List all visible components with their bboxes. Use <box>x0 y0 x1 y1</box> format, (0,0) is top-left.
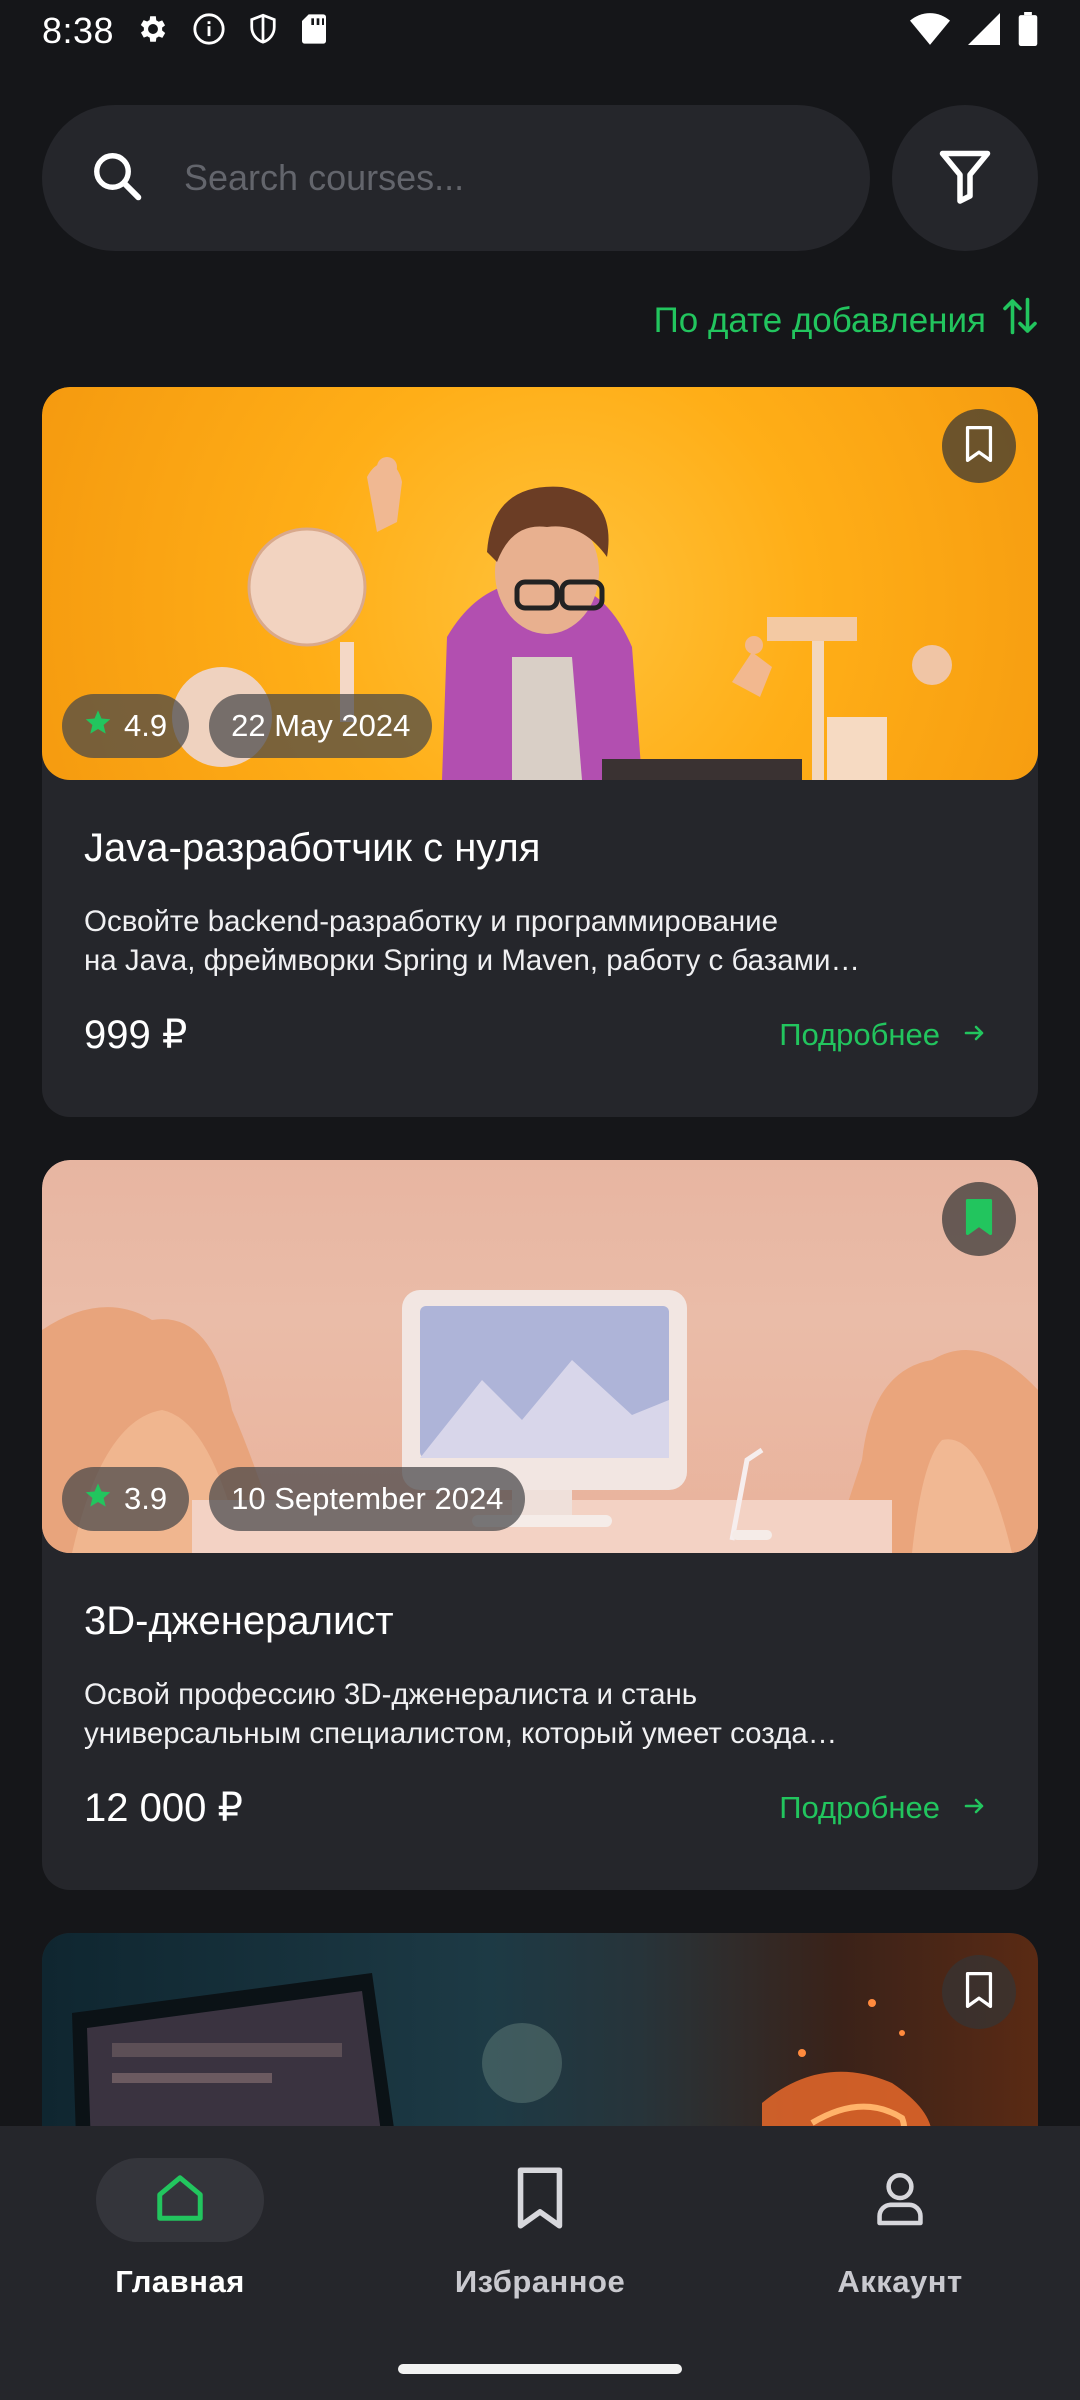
course-price: 999 ₽ <box>84 1013 188 1057</box>
settings-icon <box>136 12 170 51</box>
details-link[interactable]: Подробнее <box>779 1790 988 1826</box>
sd-card-icon <box>300 13 328 50</box>
sort-button[interactable]: По дате добавления <box>654 296 1038 345</box>
nav-item-favorites[interactable]: Избранное <box>360 2126 720 2346</box>
date-badge: 10 September 2024 <box>209 1467 526 1531</box>
nav-label-favorites: Избранное <box>454 2264 626 2299</box>
course-description-line: универсальным специалистом, который умее… <box>84 1717 838 1750</box>
sort-label: По дате добавления <box>653 300 986 340</box>
rating-value: 4.9 <box>124 708 168 743</box>
bookmark-button[interactable] <box>942 1182 1016 1256</box>
nav-label-account: Аккаунт <box>837 2264 963 2299</box>
course-title: 3D-дженералист <box>84 1599 394 1643</box>
status-time: 8:38 <box>42 10 115 51</box>
search-placeholder: Search courses... <box>184 157 465 198</box>
details-link[interactable]: Подробнее <box>779 1017 988 1053</box>
course-description-line: Освой профессию 3D-дженералиста и стань <box>84 1678 698 1711</box>
filter-button[interactable] <box>892 105 1038 251</box>
course-title: Java-разработчик с нуля <box>84 826 541 870</box>
sort-icon <box>1002 296 1038 345</box>
bookmark-icon <box>964 1971 994 2013</box>
star-icon <box>84 708 112 744</box>
search-icon <box>90 149 144 208</box>
search-input[interactable]: Search courses... <box>42 105 870 251</box>
search-row: Search courses... <box>42 105 1038 251</box>
info-icon <box>192 12 226 51</box>
bookmark-icon <box>515 2166 565 2234</box>
bookmark-icon <box>964 425 994 467</box>
course-card[interactable]: 4.9 22 May 2024 Java-разработчик с нуля … <box>42 387 1038 1117</box>
nav-item-home[interactable]: Главная <box>0 2126 360 2346</box>
rating-badge: 3.9 <box>62 1467 190 1531</box>
rating-badge: 4.9 <box>62 694 190 758</box>
course-description: Освой профессию 3D-дженералиста и стань … <box>84 1675 996 1753</box>
bookmark-button[interactable] <box>942 409 1016 483</box>
course-card[interactable]: 3.9 10 September 2024 3D-дженералист Осв… <box>42 1160 1038 1890</box>
rating-value: 3.9 <box>124 1481 168 1516</box>
course-image: 3.9 10 September 2024 <box>42 1160 1038 1553</box>
course-price: 12 000 ₽ <box>84 1786 243 1830</box>
arrow-right-icon <box>962 1790 988 1826</box>
home-icon <box>153 2171 207 2230</box>
shield-icon <box>248 12 278 51</box>
nav-label-home: Главная <box>115 2264 245 2299</box>
account-icon <box>875 2169 925 2232</box>
course-description-line: на Java, фреймворки Spring и Maven, рабо… <box>84 944 860 977</box>
star-icon <box>84 1481 112 1517</box>
status-bar: 8:38 <box>0 0 1080 62</box>
arrow-right-icon <box>962 1017 988 1053</box>
bookmark-filled-icon <box>964 1198 994 1240</box>
battery-icon <box>1018 11 1038 51</box>
bottom-navigation: Главная Избранное Аккаунт <box>0 2126 1080 2400</box>
filter-icon <box>935 145 995 212</box>
nav-item-account[interactable]: Аккаунт <box>720 2126 1080 2346</box>
home-indicator[interactable] <box>398 2364 682 2374</box>
course-image: 4.9 22 May 2024 <box>42 387 1038 780</box>
signal-icon <box>968 12 1000 50</box>
date-badge: 22 May 2024 <box>209 694 433 758</box>
bookmark-button[interactable] <box>942 1955 1016 2029</box>
course-description: Освойте backend-разработку и программиро… <box>84 902 996 980</box>
wifi-icon <box>910 12 950 50</box>
details-label: Подробнее <box>779 1017 940 1052</box>
details-label: Подробнее <box>779 1790 940 1825</box>
course-description-line: Освойте backend-разработку и программиро… <box>84 905 779 938</box>
